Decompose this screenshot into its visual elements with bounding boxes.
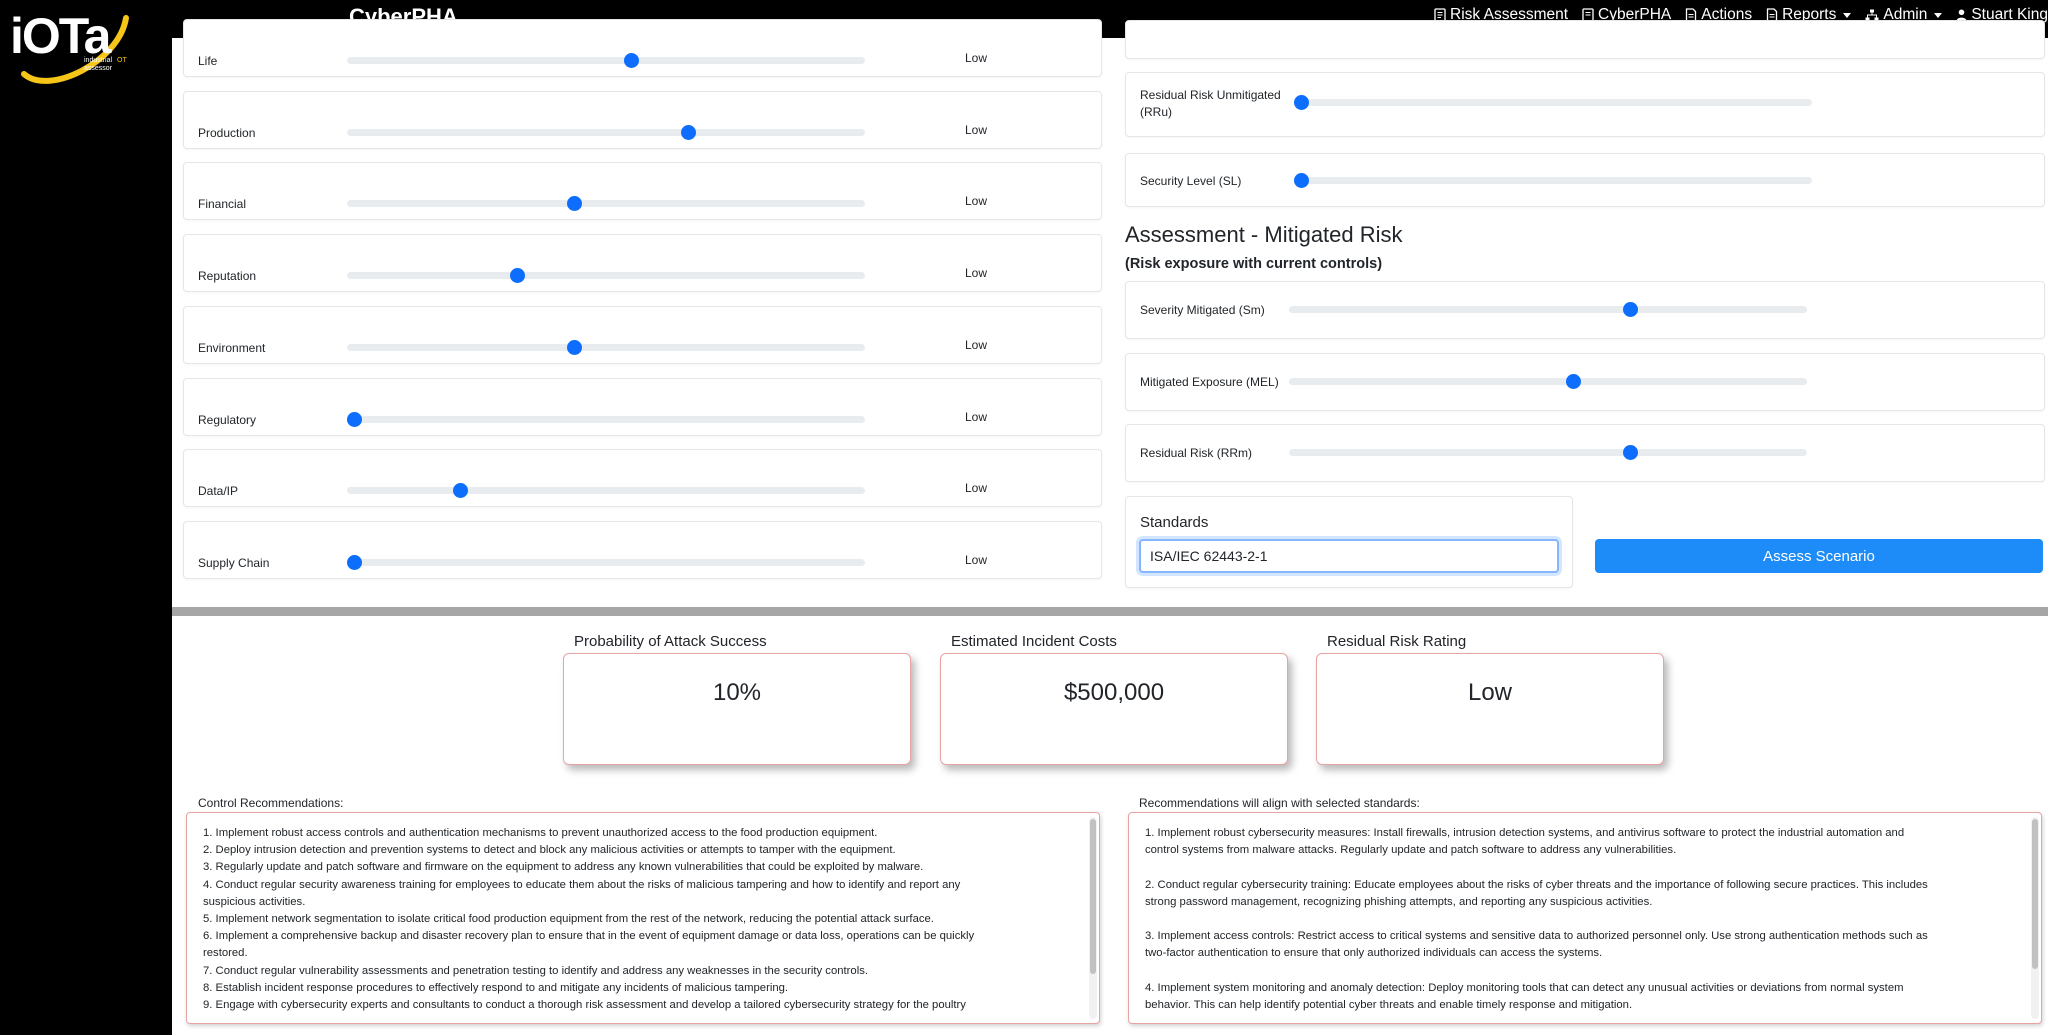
impact-regulatory-label: Regulatory <box>198 412 257 427</box>
standards-label: Standards <box>1140 514 1209 531</box>
scroll-thumb[interactable] <box>1090 819 1096 974</box>
impact-data-ip-slider[interactable] <box>347 483 865 499</box>
impact-supply-chain-slider-thumb[interactable] <box>347 554 362 570</box>
impact-life-label: Life <box>198 54 218 68</box>
impact-reputation-slider-thumb[interactable] <box>510 268 526 284</box>
impact-regulatory-slider-thumb[interactable] <box>347 411 362 427</box>
costs-card: $500,000 <box>940 653 1288 765</box>
rating-value: Low <box>1467 679 1513 706</box>
impact-financial-label: Financial <box>198 197 247 212</box>
assess-scenario-button[interactable]: Assess Scenario <box>1595 539 2043 573</box>
mitigated-section-title: Assessment - Mitigated Risk <box>1125 222 1403 247</box>
severity-mitigated-label: Severity Mitigated (Sm) <box>1140 303 1265 317</box>
probability-value: 10% <box>712 679 762 706</box>
impact-financial-value: Low <box>965 194 988 209</box>
impact-life-value: Low <box>965 51 988 65</box>
impact-supply-chain-row: Supply Chain Low <box>183 520 1102 579</box>
impact-data-ip-value: Low <box>965 481 988 496</box>
impact-life-slider[interactable] <box>347 53 865 68</box>
impact-financial-slider[interactable] <box>347 196 865 212</box>
impact-environment-value: Low <box>965 337 988 352</box>
impact-data-ip-row: Data/IP Low <box>183 449 1102 508</box>
mitigated-section-subtitle: (Risk exposure with current controls) <box>1125 256 1383 272</box>
impact-supply-chain-slider[interactable] <box>347 554 865 570</box>
scrollbar[interactable] <box>1089 817 1097 1019</box>
impact-production-row: Production Low <box>183 90 1102 149</box>
standards-recommendations-text: 1. Implement robust cybersecurity measur… <box>1145 827 1928 1012</box>
impact-environment-slider-thumb[interactable] <box>567 339 583 355</box>
mitigated-exposure-row: Mitigated Exposure (MEL) <box>1125 352 2045 411</box>
mitigated-exposure-slider[interactable] <box>1289 373 1807 389</box>
scrollbar[interactable] <box>2031 817 2039 1019</box>
section-divider <box>172 607 2048 616</box>
costs-value: $500,000 <box>1063 679 1165 706</box>
svg-text:OT: OT <box>117 57 127 64</box>
impact-reputation-slider[interactable] <box>347 268 865 284</box>
rru-label: Residual Risk Unmitigated (RRu) <box>1140 88 1281 119</box>
probability-card: 10% <box>563 653 911 765</box>
impact-regulatory-row: Regulatory Low <box>183 377 1102 436</box>
rating-card: Low <box>1316 653 1664 765</box>
standards-panel: Standards ISA/IEC 62443-2-1 <box>1125 496 1573 588</box>
scroll-thumb[interactable] <box>2032 819 2038 969</box>
impact-data-ip-slider-thumb[interactable] <box>453 483 469 499</box>
impact-environment-label: Environment <box>198 340 266 355</box>
control-recommendations-textarea[interactable]: 1. Implement robust access controls and … <box>186 812 1100 1024</box>
impact-life-slider-thumb[interactable] <box>624 53 640 68</box>
chevron-down-icon <box>1934 12 1943 18</box>
severity-mitigated-slider-thumb[interactable] <box>1623 302 1639 317</box>
mitigated-exposure-slider-thumb[interactable] <box>1566 373 1582 389</box>
security-level-row: Security Level (SL) <box>1125 153 2045 207</box>
control-recommendations-title: Control Recommendations: <box>198 796 344 810</box>
impact-regulatory-slider[interactable] <box>347 411 865 427</box>
residual-risk-rrm-slider-thumb[interactable] <box>1623 445 1639 461</box>
control-recommendations-text: 1. Implement robust access controls and … <box>203 827 975 1012</box>
impact-supply-chain-label: Supply Chain <box>198 555 270 570</box>
standards-recommendations-title: Recommendations will align with selected… <box>1139 796 1420 810</box>
impact-environment-slider[interactable] <box>347 339 865 355</box>
svg-text:assessor: assessor <box>84 65 113 72</box>
impact-data-ip-label: Data/IP <box>198 484 239 499</box>
impact-financial-row: Financial Low <box>183 162 1102 221</box>
chevron-down-icon <box>1843 12 1852 18</box>
impact-reputation-label: Reputation <box>198 269 257 284</box>
security-level-label: Security Level (SL) <box>1140 174 1242 188</box>
residual-risk-rrm-row: Residual Risk (RRm) <box>1125 424 2045 483</box>
residual-risk-rrm-slider[interactable] <box>1289 445 1807 461</box>
impact-reputation-row: Reputation Low <box>183 234 1102 293</box>
severity-mitigated-row: Severity Mitigated (Sm) <box>1125 281 2045 339</box>
costs-label: Estimated Incident Costs <box>951 633 1117 650</box>
severity-mitigated-slider[interactable] <box>1289 302 1807 317</box>
impact-supply-chain-value: Low <box>965 552 988 567</box>
standards-select[interactable]: ISA/IEC 62443-2-1 <box>1139 539 1559 573</box>
security-level-slider-thumb[interactable] <box>1294 173 1309 188</box>
impact-environment-row: Environment Low <box>183 305 1102 364</box>
impact-production-slider[interactable] <box>347 124 865 140</box>
standards-recommendations-textarea[interactable]: 1. Implement robust cybersecurity measur… <box>1128 812 2042 1024</box>
rru-row: Residual Risk Unmitigated (RRu) <box>1125 72 2045 137</box>
impact-financial-slider-thumb[interactable] <box>567 196 583 212</box>
impact-reputation-value: Low <box>965 266 988 281</box>
rru-slider-thumb[interactable] <box>1294 95 1309 110</box>
impact-production-slider-thumb[interactable] <box>681 124 697 140</box>
impact-production-label: Production <box>198 125 256 140</box>
iota-logo[interactable]: iOTa industrial OT assessor <box>4 0 134 88</box>
impact-regulatory-value: Low <box>965 409 988 424</box>
sidebar <box>0 38 172 1035</box>
mitigated-exposure-label: Mitigated Exposure (MEL) <box>1140 374 1279 389</box>
impact-life-row: Life Low <box>183 19 1102 77</box>
probability-label: Probability of Attack Success <box>574 633 767 650</box>
svg-text:industrial: industrial <box>84 57 112 64</box>
partial-panel <box>1125 20 2045 59</box>
security-level-slider[interactable] <box>1294 173 1812 188</box>
svg-text:iOTa: iOTa <box>10 8 113 64</box>
rru-slider[interactable] <box>1294 95 1812 110</box>
residual-risk-rrm-label: Residual Risk (RRm) <box>1140 446 1253 461</box>
impact-production-value: Low <box>965 122 988 137</box>
rating-label: Residual Risk Rating <box>1327 633 1467 650</box>
